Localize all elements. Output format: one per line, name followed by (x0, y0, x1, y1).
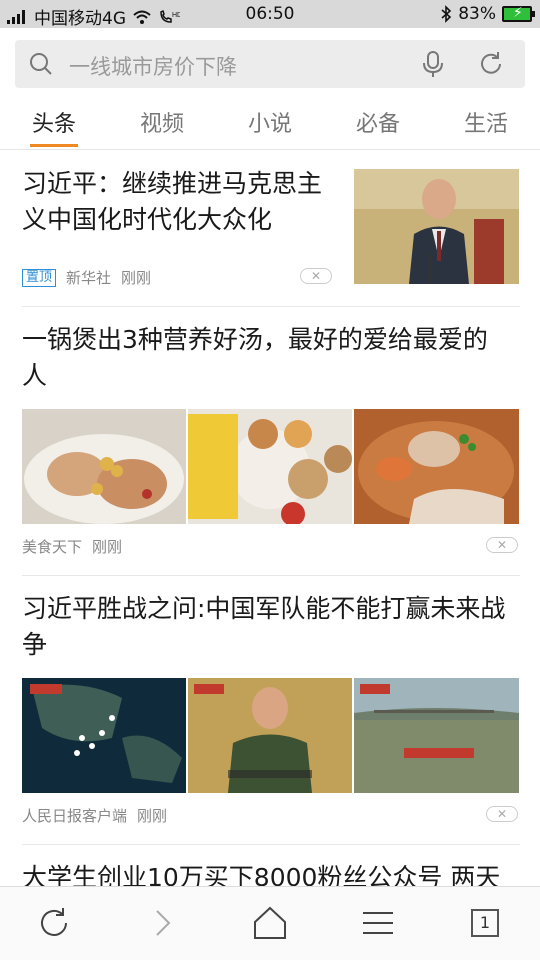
tab-essentials[interactable]: 必备 (338, 106, 418, 138)
dismiss-button[interactable]: ✕ (486, 806, 518, 822)
search-input[interactable]: 一线城市房价下降 (15, 40, 525, 88)
dismiss-button[interactable]: ✕ (300, 268, 332, 284)
article-3-image-3[interactable] (354, 678, 519, 793)
active-tab-indicator (30, 144, 78, 147)
status-right: 83% ⚡ (440, 4, 535, 24)
article-1-time: 刚刚 (121, 269, 152, 287)
bluetooth-icon (441, 5, 452, 23)
bottom-toolbar: 1 (0, 886, 540, 960)
article-3-image-2[interactable] (188, 678, 352, 793)
mic-icon[interactable] (419, 50, 447, 78)
home-icon[interactable] (252, 905, 288, 941)
tab-headlines[interactable]: 头条 (14, 106, 94, 138)
news-feed[interactable]: 习近平：继续推进马克思主 义中国化时代化大众化 置顶 新华社 刚刚 ✕ 一锅煲出… (0, 152, 540, 886)
article-3-title-line1[interactable]: 习近平胜战之问:中国军队能不能打赢未来战 (22, 591, 505, 627)
article-2-image-2[interactable] (188, 409, 352, 524)
article-2-image-1[interactable] (22, 409, 186, 524)
menu-icon[interactable] (360, 905, 396, 941)
article-1-title-line1[interactable]: 习近平：继续推进马克思主 (22, 166, 322, 202)
article-2-source: 美食天下 (22, 538, 83, 556)
search-bar: 一线城市房价下降 (0, 28, 540, 100)
article-3-source: 人民日报客户端 (22, 807, 128, 825)
category-tabs: 头条 视频 小说 必备 生活 (0, 100, 540, 150)
divider (22, 844, 520, 845)
article-2-title-line2[interactable]: 人 (22, 358, 47, 394)
battery-percent: 83% (458, 4, 496, 24)
tab-novel[interactable]: 小说 (230, 106, 310, 138)
tab-video[interactable]: 视频 (122, 106, 202, 138)
article-3-meta: 人民日报客户端 刚刚 (22, 805, 167, 826)
article-2-image-3[interactable] (354, 409, 519, 524)
forward-icon[interactable] (144, 905, 180, 941)
article-3-time: 刚刚 (137, 807, 168, 825)
search-placeholder: 一线城市房价下降 (69, 55, 237, 79)
search-icon (30, 53, 52, 75)
article-2-meta: 美食天下 刚刚 (22, 536, 122, 557)
pinned-badge: 置顶 (22, 268, 57, 287)
article-3-image-1[interactable] (22, 678, 186, 793)
article-2-title-line1[interactable]: 一锅煲出3种营养好汤，最好的爱给最爱的 (22, 322, 488, 358)
refresh-icon[interactable] (36, 905, 72, 941)
article-4-title-line1[interactable]: 大学生创业10万买下8000粉丝公众号 两天 (22, 860, 500, 886)
dismiss-button[interactable]: ✕ (486, 537, 518, 553)
tab-life[interactable]: 生活 (446, 106, 526, 138)
article-1-meta: 置顶 新华社 刚刚 (22, 267, 151, 288)
article-2-time: 刚刚 (92, 538, 123, 556)
article-1-source: 新华社 (66, 269, 112, 287)
divider (22, 575, 520, 576)
status-bar: 中国移动4G HD 06:50 83% ⚡ (0, 0, 540, 29)
battery-icon: ⚡ (502, 5, 535, 22)
article-1-thumbnail[interactable] (354, 169, 519, 284)
divider (22, 306, 520, 307)
article-1-title-line2[interactable]: 义中国化时代化大众化 (22, 202, 272, 238)
refresh-icon[interactable] (477, 50, 505, 78)
tabs-icon[interactable]: 1 (471, 909, 499, 937)
article-3-title-line2[interactable]: 争 (22, 627, 47, 663)
